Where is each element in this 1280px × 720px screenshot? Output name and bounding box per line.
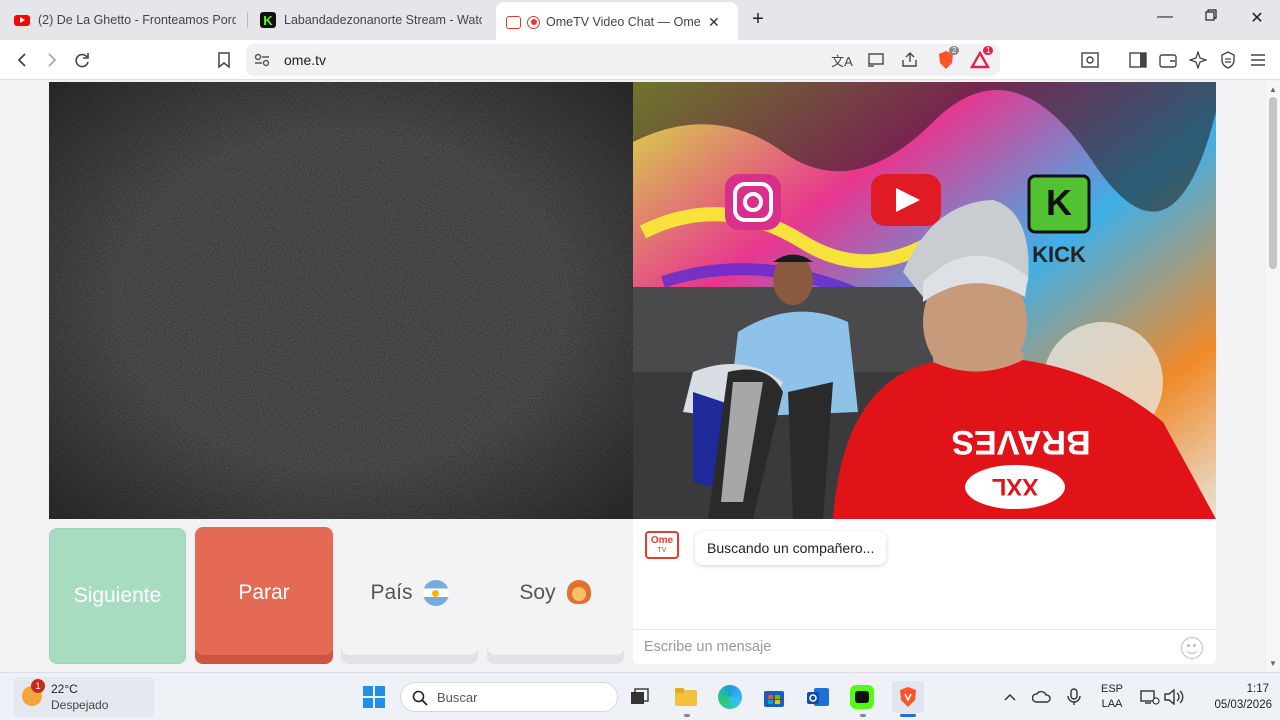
- youtube-icon: [14, 14, 30, 26]
- tab-kick[interactable]: K Labandadezonanorte Stream - Watch...: [260, 5, 482, 35]
- search-icon: [412, 690, 428, 706]
- next-button-label: Siguiente: [73, 584, 162, 607]
- shields-count-badge: 2: [949, 46, 960, 55]
- vpn-icon[interactable]: [1216, 48, 1240, 72]
- svg-text:K: K: [1046, 182, 1072, 223]
- static-noise: [49, 82, 633, 519]
- country-button-label: País: [370, 581, 413, 604]
- stop-button-label: Parar: [238, 580, 290, 604]
- browser-toolbar: ome.tv 文A 2 1: [0, 40, 1280, 80]
- new-tab-icon[interactable]: +: [746, 8, 770, 31]
- microphone-icon[interactable]: [1060, 683, 1088, 711]
- taskbar-search[interactable]: Buscar: [400, 682, 618, 712]
- search-placeholder: Buscar: [437, 690, 478, 705]
- scrollbar-thumb[interactable]: [1269, 97, 1277, 269]
- store-icon[interactable]: [760, 683, 788, 711]
- logo-text-ome: Ome: [650, 535, 674, 546]
- status-message: Buscando un compañero...: [695, 531, 887, 565]
- active-app-indicator: [900, 714, 916, 717]
- taskbar: 1 22°C Despejado Buscar ESP LAA 1:17 05/…: [0, 672, 1280, 720]
- outlook-icon[interactable]: [804, 683, 832, 711]
- maximize-icon[interactable]: [1199, 8, 1223, 26]
- weather-temp: 22°C: [51, 682, 78, 696]
- message-placeholder: Escribe un mensaje: [644, 639, 772, 655]
- windows-start-icon[interactable]: [360, 683, 388, 711]
- minimize-icon[interactable]: —: [1153, 8, 1177, 26]
- bookmark-icon[interactable]: [212, 48, 236, 72]
- close-window-icon[interactable]: ✕: [1245, 8, 1269, 28]
- forward-icon[interactable]: [40, 48, 64, 72]
- reader-mode-icon[interactable]: [1078, 48, 1102, 72]
- self-video: K KICK BRAVES XXL: [633, 82, 1216, 519]
- stranger-video: [49, 82, 633, 519]
- chat-panel: Ome TV Buscando un compañero... Escribe …: [633, 519, 1216, 664]
- clock-time: 1:17: [1246, 683, 1269, 695]
- youtube-graffiti-icon: [871, 174, 941, 226]
- tab-label: (2) De La Ghetto - Fronteamos Porque...: [38, 13, 236, 27]
- message-input[interactable]: Escribe un mensaje: [633, 629, 1216, 664]
- leo-ai-icon[interactable]: [1186, 48, 1210, 72]
- kick-app-icon[interactable]: [848, 683, 876, 711]
- argentina-flag-icon: [422, 580, 449, 606]
- gender-button[interactable]: Soy: [487, 528, 624, 664]
- recording-icon: [527, 15, 540, 29]
- shirt-text-line2: XXL: [992, 473, 1039, 500]
- tab-ometv[interactable]: OmeTV Video Chat — Omegle... ✕: [496, 2, 738, 40]
- svg-text:KICK: KICK: [1032, 242, 1086, 267]
- tab-label: Labandadezonanorte Stream - Watch...: [284, 13, 482, 27]
- webcam-feed: K KICK BRAVES XXL: [633, 82, 1216, 519]
- running-app-indicator: [860, 714, 866, 717]
- emoji-picker-icon[interactable]: [1181, 637, 1203, 659]
- brave-shields-icon[interactable]: 2: [934, 46, 960, 72]
- reload-icon[interactable]: [70, 48, 94, 72]
- woman-emoji-icon: [566, 580, 592, 606]
- weather-badge: 1: [31, 679, 45, 693]
- back-icon[interactable]: [10, 48, 34, 72]
- translate-icon[interactable]: 文A: [830, 48, 854, 72]
- tab-youtube[interactable]: (2) De La Ghetto - Fronteamos Porque...: [14, 5, 236, 35]
- site-settings-icon[interactable]: [250, 48, 274, 72]
- clock-date: 05/03/2026: [1214, 699, 1272, 711]
- tab-label: OmeTV Video Chat — Omegle...: [546, 15, 700, 29]
- keyboard-layout: LAA: [1101, 698, 1123, 710]
- kick-icon: K: [260, 12, 276, 28]
- brave-app-icon[interactable]: [892, 681, 924, 713]
- menu-icon[interactable]: [1246, 48, 1270, 72]
- ometv-icon: [506, 15, 521, 29]
- gender-button-label: Soy: [519, 581, 556, 604]
- onedrive-icon[interactable]: [1028, 683, 1056, 711]
- shirt-text-line1: BRAVES: [951, 423, 1090, 461]
- logo-text-tv: TV: [657, 547, 667, 554]
- brave-rewards-icon[interactable]: 1: [968, 46, 994, 72]
- share-icon[interactable]: [898, 48, 922, 72]
- status-text: Buscando un compañero...: [707, 540, 875, 556]
- edge-icon[interactable]: [716, 683, 744, 711]
- sidebar-icon[interactable]: [1126, 48, 1150, 72]
- url-text: ome.tv: [284, 52, 327, 68]
- next-button[interactable]: Siguiente: [49, 528, 186, 664]
- volume-icon[interactable]: [1160, 683, 1188, 711]
- running-app-indicator: [684, 714, 690, 717]
- file-explorer-icon[interactable]: [672, 683, 700, 711]
- rewards-count-badge: 1: [983, 46, 994, 55]
- clock[interactable]: 1:17 05/03/2026: [1192, 681, 1272, 713]
- weather-desc: Despejado: [51, 698, 109, 712]
- input-language[interactable]: ESP LAA: [1094, 682, 1130, 712]
- ometv-logo-icon: Ome TV: [645, 531, 679, 559]
- instagram-graffiti-icon: [725, 174, 781, 230]
- wallet-icon[interactable]: [1156, 48, 1180, 72]
- country-button[interactable]: País: [341, 528, 478, 664]
- kick-graffiti-icon: K KICK: [1027, 174, 1091, 267]
- tab-strip: (2) De La Ghetto - Fronteamos Porque... …: [0, 0, 1280, 40]
- close-tab-icon[interactable]: ✕: [708, 14, 720, 31]
- stop-button[interactable]: Parar: [195, 527, 333, 664]
- scrollbar[interactable]: ▲ ▼: [1266, 81, 1280, 671]
- cast-icon[interactable]: [864, 48, 888, 72]
- weather-widget[interactable]: 1 22°C Despejado: [14, 677, 154, 717]
- task-view-icon[interactable]: [626, 683, 654, 711]
- address-bar[interactable]: ome.tv 文A 2 1: [246, 44, 1000, 76]
- show-hidden-icons-icon[interactable]: [996, 683, 1024, 711]
- language-code: ESP: [1100, 683, 1123, 695]
